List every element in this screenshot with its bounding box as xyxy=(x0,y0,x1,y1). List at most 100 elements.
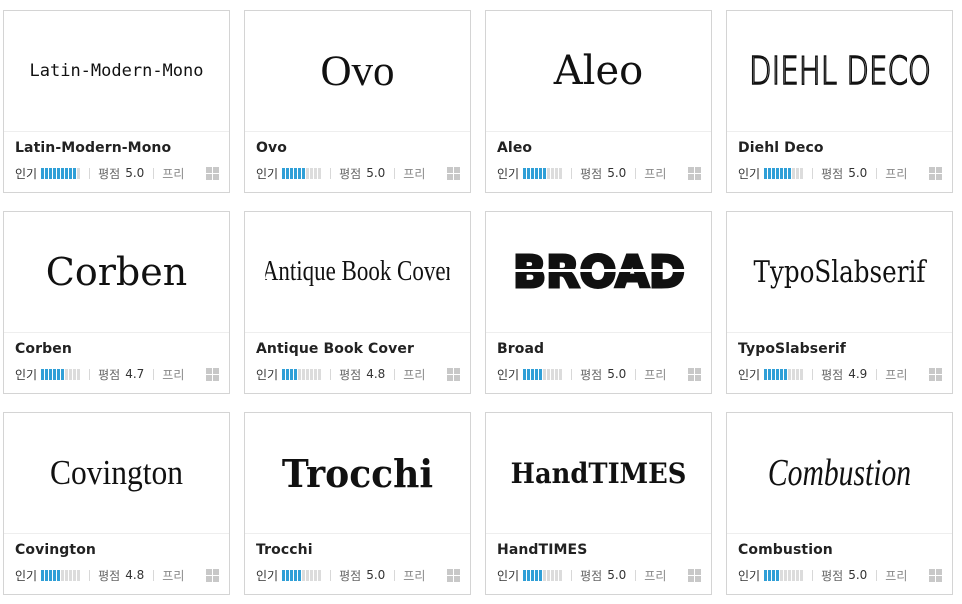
popularity-segment xyxy=(551,368,555,380)
font-name[interactable]: Antique Book Cover xyxy=(256,341,414,357)
rating-score: 5.0 xyxy=(125,166,145,180)
popularity-segment xyxy=(41,368,45,380)
popularity-segment xyxy=(531,167,535,179)
font-card-broad[interactable]: BROAD Broad 인기 평점 5.0 프리 xyxy=(485,211,712,394)
windows-icon xyxy=(447,367,460,381)
divider-line xyxy=(486,533,711,534)
popularity-segment xyxy=(45,368,49,380)
font-name[interactable]: HandTIMES xyxy=(497,542,587,558)
popularity-segment xyxy=(45,167,49,179)
windows-icon xyxy=(688,166,701,180)
font-preview[interactable]: Antique Book Cover xyxy=(265,212,450,332)
font-preview[interactable]: TypoSlabserif xyxy=(747,212,932,332)
diehl-deco-preview-text: DIEHL DECO xyxy=(749,51,931,91)
popularity-segment xyxy=(282,569,286,581)
meta-divider xyxy=(394,167,396,179)
popularity-segment xyxy=(784,368,788,380)
windows-icon xyxy=(929,367,942,381)
font-preview[interactable]: DIEHL DECO xyxy=(727,11,952,131)
popularity-segment xyxy=(306,368,310,380)
font-card-corben[interactable]: Corben Corben 인기 평점 4.7 프리 xyxy=(3,211,230,394)
popularity-segment xyxy=(57,569,61,581)
popularity-segment xyxy=(310,569,314,581)
popularity-segment xyxy=(318,569,322,581)
popularity-segment xyxy=(282,368,286,380)
font-card-trocchi[interactable]: Trocchi Trocchi 인기 평점 5.0 프리 xyxy=(244,412,471,595)
font-name[interactable]: Combustion xyxy=(738,542,833,558)
font-name[interactable]: Covington xyxy=(15,542,96,558)
popularity-segment xyxy=(41,167,45,179)
font-card-ovo[interactable]: Ovo Ovo 인기 평점 5.0 프리 xyxy=(244,10,471,193)
rating-score: 4.9 xyxy=(848,367,868,381)
font-name[interactable]: Aleo xyxy=(497,140,532,156)
popularity-segment xyxy=(792,569,796,581)
popularity-segment xyxy=(286,167,290,179)
popularity-segment xyxy=(559,569,563,581)
meta-divider xyxy=(571,569,573,581)
font-preview[interactable]: HandTIMES xyxy=(495,413,702,533)
font-name[interactable]: Broad xyxy=(497,341,544,357)
broad-preview-art: BROAD xyxy=(511,252,686,292)
rating-score: 4.8 xyxy=(366,367,386,381)
popularity-segment xyxy=(41,569,45,581)
font-card-typoslabserif[interactable]: TypoSlabserif TypoSlabserif 인기 평점 4.9 프리 xyxy=(726,211,953,394)
popularity-segment xyxy=(69,569,73,581)
font-preview[interactable]: Combustion xyxy=(752,413,928,533)
font-meta: 인기 평점 5.0 프리 xyxy=(738,568,942,583)
font-name[interactable]: Latin-Modern-Mono xyxy=(15,140,171,156)
popularity-segment xyxy=(768,569,772,581)
font-preview[interactable]: BROAD xyxy=(486,212,711,332)
popularity-segment xyxy=(65,368,69,380)
popularity-segment xyxy=(77,368,81,380)
meta-divider xyxy=(330,569,332,581)
font-preview[interactable]: Ovo xyxy=(245,11,470,131)
popularity-segment xyxy=(65,167,69,179)
font-preview[interactable]: Aleo xyxy=(486,11,711,131)
popularity-segment xyxy=(800,167,804,179)
popularity-segment xyxy=(61,167,65,179)
font-name[interactable]: Trocchi xyxy=(256,542,313,558)
popularity-bar xyxy=(41,368,81,380)
meta-divider xyxy=(876,569,878,581)
font-card-diehl-deco[interactable]: DIEHL DECO Diehl Deco 인기 평점 5.0 프리 xyxy=(726,10,953,193)
font-card-antique-book-cover[interactable]: Antique Book Cover Antique Book Cover 인기… xyxy=(244,211,471,394)
license-label: 프리 xyxy=(162,568,185,583)
meta-divider xyxy=(571,368,573,380)
rating-score: 5.0 xyxy=(848,568,868,582)
rating-label: 평점 xyxy=(98,367,121,382)
popularity-segment xyxy=(286,368,290,380)
font-card-aleo[interactable]: Aleo Aleo 인기 평점 5.0 프리 xyxy=(485,10,712,193)
font-preview[interactable]: Corben xyxy=(4,212,229,332)
windows-icon xyxy=(929,568,942,582)
diehl-deco-preview-art: DIEHL DECO xyxy=(748,51,932,91)
font-card-latin-modern-mono[interactable]: Latin-Modern-Mono Latin-Modern-Mono 인기 평… xyxy=(3,10,230,193)
font-name[interactable]: Diehl Deco xyxy=(738,140,824,156)
popularity-label: 인기 xyxy=(15,568,38,583)
popularity-label: 인기 xyxy=(738,367,761,382)
license-label: 프리 xyxy=(403,166,426,181)
popularity-segment xyxy=(768,167,772,179)
popularity-segment xyxy=(547,569,551,581)
popularity-bar xyxy=(41,569,81,581)
popularity-label: 인기 xyxy=(497,568,520,583)
popularity-segment xyxy=(282,167,286,179)
popularity-segment xyxy=(788,569,792,581)
popularity-segment xyxy=(764,569,768,581)
popularity-segment xyxy=(784,569,788,581)
font-preview[interactable]: Latin-Modern-Mono xyxy=(4,11,229,131)
font-card-covington[interactable]: Covington Covington 인기 평점 4.8 프리 xyxy=(3,412,230,595)
font-name[interactable]: TypoSlabserif xyxy=(738,341,846,357)
font-name[interactable]: Corben xyxy=(15,341,72,357)
font-card-handtimes[interactable]: HandTIMES HandTIMES 인기 평점 5.0 프리 xyxy=(485,412,712,595)
font-preview[interactable]: Covington xyxy=(15,413,218,533)
windows-icon xyxy=(688,568,701,582)
font-name[interactable]: Ovo xyxy=(256,140,287,156)
rating-score: 5.0 xyxy=(607,166,627,180)
popularity-segment xyxy=(53,368,57,380)
font-card-combustion[interactable]: Combustion Combustion 인기 평점 5.0 프리 xyxy=(726,412,953,595)
windows-icon xyxy=(206,568,219,582)
font-meta: 인기 평점 5.0 프리 xyxy=(15,166,219,181)
popularity-segment xyxy=(559,368,563,380)
font-preview[interactable]: Trocchi xyxy=(251,413,465,533)
windows-icon xyxy=(206,166,219,180)
